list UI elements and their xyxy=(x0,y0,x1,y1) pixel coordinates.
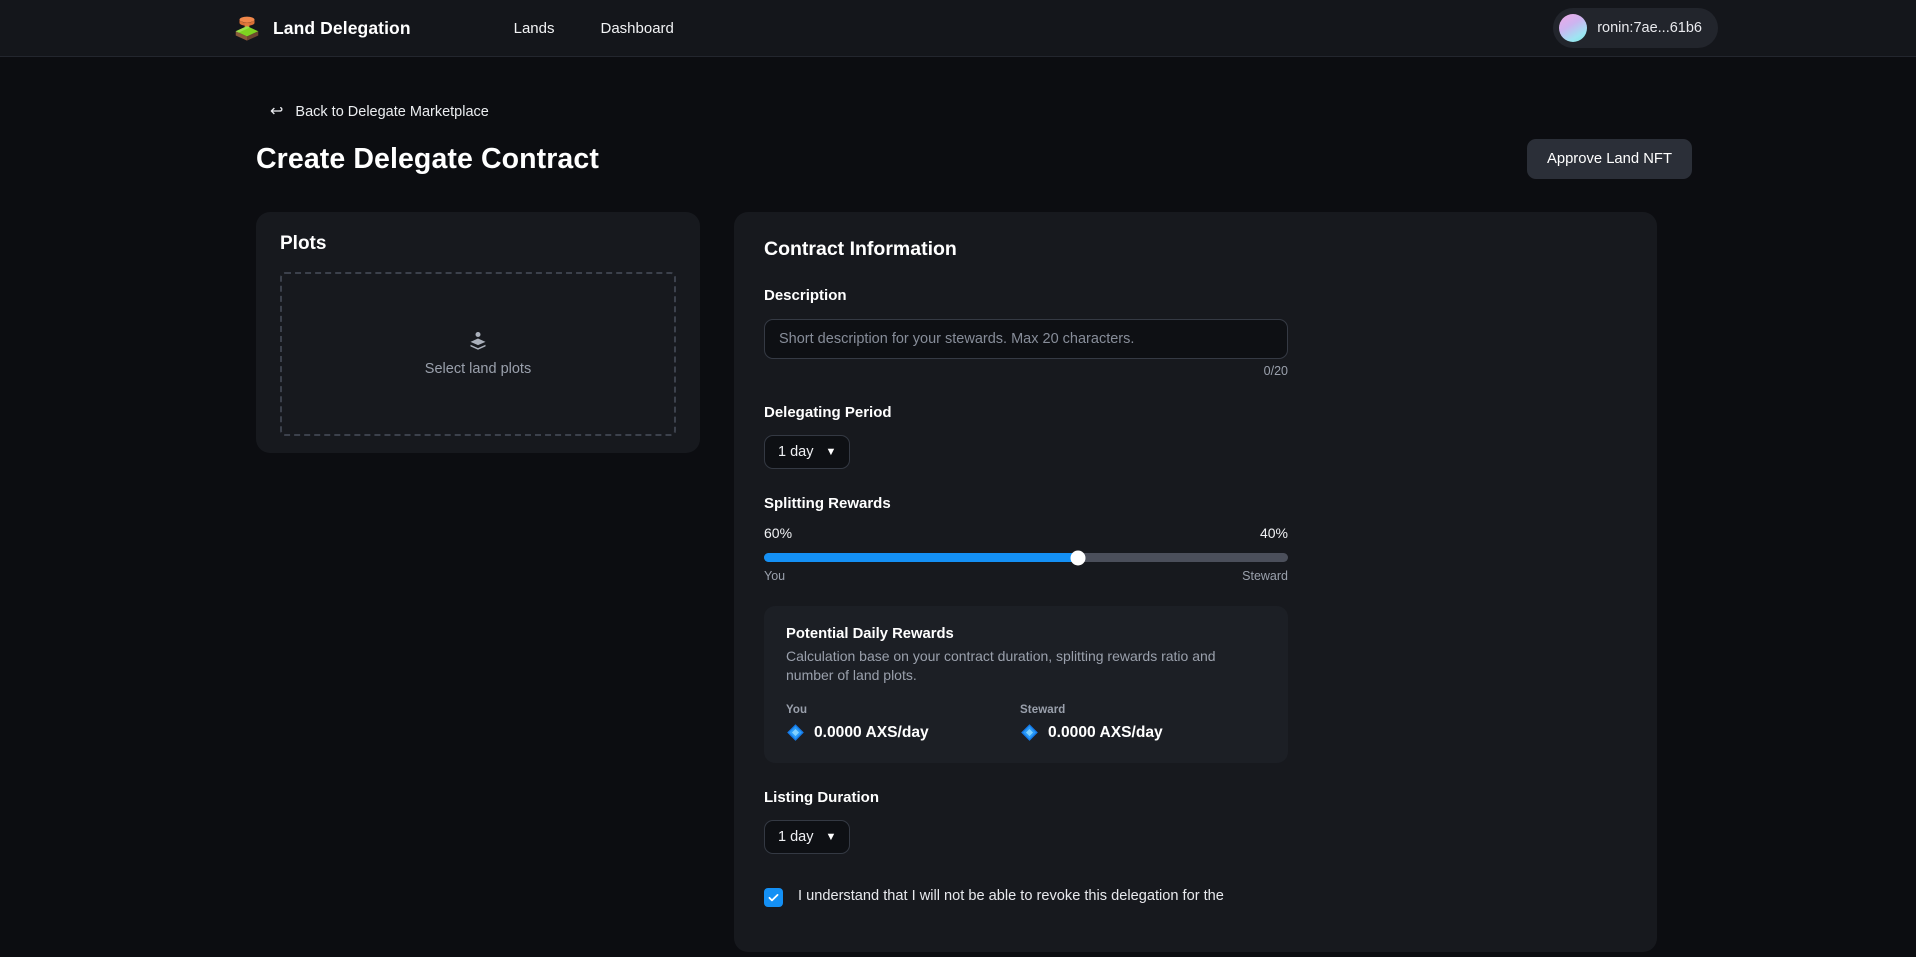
nav-item-lands[interactable]: Lands xyxy=(514,20,555,37)
description-label: Description xyxy=(764,287,847,304)
brand-logo[interactable]: Land Delegation xyxy=(232,13,411,43)
brand-name: Land Delegation xyxy=(273,17,411,38)
potential-daily-rewards-card: Potential Daily Rewards Calculation base… xyxy=(764,606,1288,764)
description-char-counter: 0/20 xyxy=(1263,364,1288,378)
you-percent: 60% xyxy=(764,525,793,541)
checkmark-icon xyxy=(768,894,779,902)
reward-value-steward: 0.0000 AXS/day xyxy=(1048,723,1163,741)
potential-rewards-description: Calculation base on your contract durati… xyxy=(786,648,1216,683)
dropzone-label: Select land plots xyxy=(424,361,532,377)
slider-captions: You Steward xyxy=(764,569,1288,583)
split-percent-row: 60% 40% xyxy=(764,525,1288,541)
approve-land-nft-button[interactable]: Approve Land NFT xyxy=(1526,139,1692,179)
main-nav: Lands Dashboard xyxy=(514,20,674,37)
axs-token-icon xyxy=(786,723,805,742)
potential-rewards-title: Potential Daily Rewards xyxy=(786,626,954,642)
delegating-period-value: 1 day xyxy=(778,444,814,460)
listing-duration-value: 1 day xyxy=(778,829,814,846)
chevron-down-icon: ▼ xyxy=(825,445,837,458)
reward-value-you: 0.0000 AXS/day xyxy=(814,723,929,741)
slider-fill xyxy=(764,553,1079,562)
delegating-period-label: Delegating Period xyxy=(764,404,892,421)
listing-duration-label: Listing Duration xyxy=(764,789,879,807)
agreement-checkbox[interactable] xyxy=(764,888,783,908)
reward-label-you: You xyxy=(786,704,808,717)
page-title: Create Delegate Contract xyxy=(256,142,599,175)
agreement-text: I understand that I will not be able to … xyxy=(798,888,1224,905)
page-header: Create Delegate Contract Approve Land NF… xyxy=(256,139,1692,179)
contract-information-title: Contract Information xyxy=(764,238,957,260)
reward-label-steward: Steward xyxy=(1020,704,1066,717)
select-land-plots-dropzone[interactable]: Select land plots xyxy=(280,272,676,436)
page-content: ↩ Back to Delegate Marketplace Create De… xyxy=(0,104,1916,952)
splitting-rewards-group: Splitting Rewards 60% 40% You Steward Po… xyxy=(764,495,1627,764)
back-link[interactable]: ↩ Back to Delegate Marketplace xyxy=(270,103,489,121)
slider-thumb[interactable] xyxy=(1070,550,1086,565)
potential-rewards-values: You 0.0000 AXS/day Steward 0.0000 AXS/da… xyxy=(786,704,1266,742)
plots-panel: Plots Select land plots xyxy=(256,212,700,453)
delegating-period-group: Delegating Period 1 day ▼ xyxy=(764,404,1627,469)
plots-title: Plots xyxy=(280,233,327,254)
avatar xyxy=(1559,14,1588,42)
contract-information-panel: Contract Information Description 0/20 De… xyxy=(734,212,1657,952)
land-block-icon xyxy=(232,13,262,43)
axs-token-icon xyxy=(1020,723,1039,742)
chevron-down-icon: ▼ xyxy=(825,830,837,843)
description-field-group: Description 0/20 xyxy=(764,287,1627,378)
top-navigation-bar: Land Delegation Lands Dashboard ronin:7a… xyxy=(0,0,1916,57)
splitting-rewards-label: Splitting Rewards xyxy=(764,495,891,512)
back-link-label: Back to Delegate Marketplace xyxy=(295,104,489,120)
wallet-address: ronin:7ae...61b6 xyxy=(1597,20,1702,36)
slider-caption-you: You xyxy=(764,569,786,583)
splitting-rewards-slider[interactable] xyxy=(764,550,1288,565)
nav-item-dashboard[interactable]: Dashboard xyxy=(601,20,674,37)
content-columns: Plots Select land plots Contract Informa… xyxy=(256,212,1916,952)
description-input[interactable] xyxy=(764,319,1288,359)
reward-entry-you: You 0.0000 AXS/day xyxy=(786,704,1020,742)
listing-duration-group: Listing Duration 1 day ▼ xyxy=(764,789,1627,855)
reward-entry-steward: Steward 0.0000 AXS/day xyxy=(1020,704,1254,742)
layers-icon xyxy=(468,331,488,351)
listing-duration-select[interactable]: 1 day ▼ xyxy=(764,820,851,855)
delegating-period-select[interactable]: 1 day ▼ xyxy=(764,435,851,469)
agreement-checkbox-row[interactable]: I understand that I will not be able to … xyxy=(764,887,1288,908)
slider-caption-steward: Steward xyxy=(1242,569,1288,583)
undo-arrow-icon: ↩ xyxy=(270,103,284,120)
steward-percent: 40% xyxy=(1259,525,1288,541)
wallet-button[interactable]: ronin:7ae...61b6 xyxy=(1553,8,1718,48)
